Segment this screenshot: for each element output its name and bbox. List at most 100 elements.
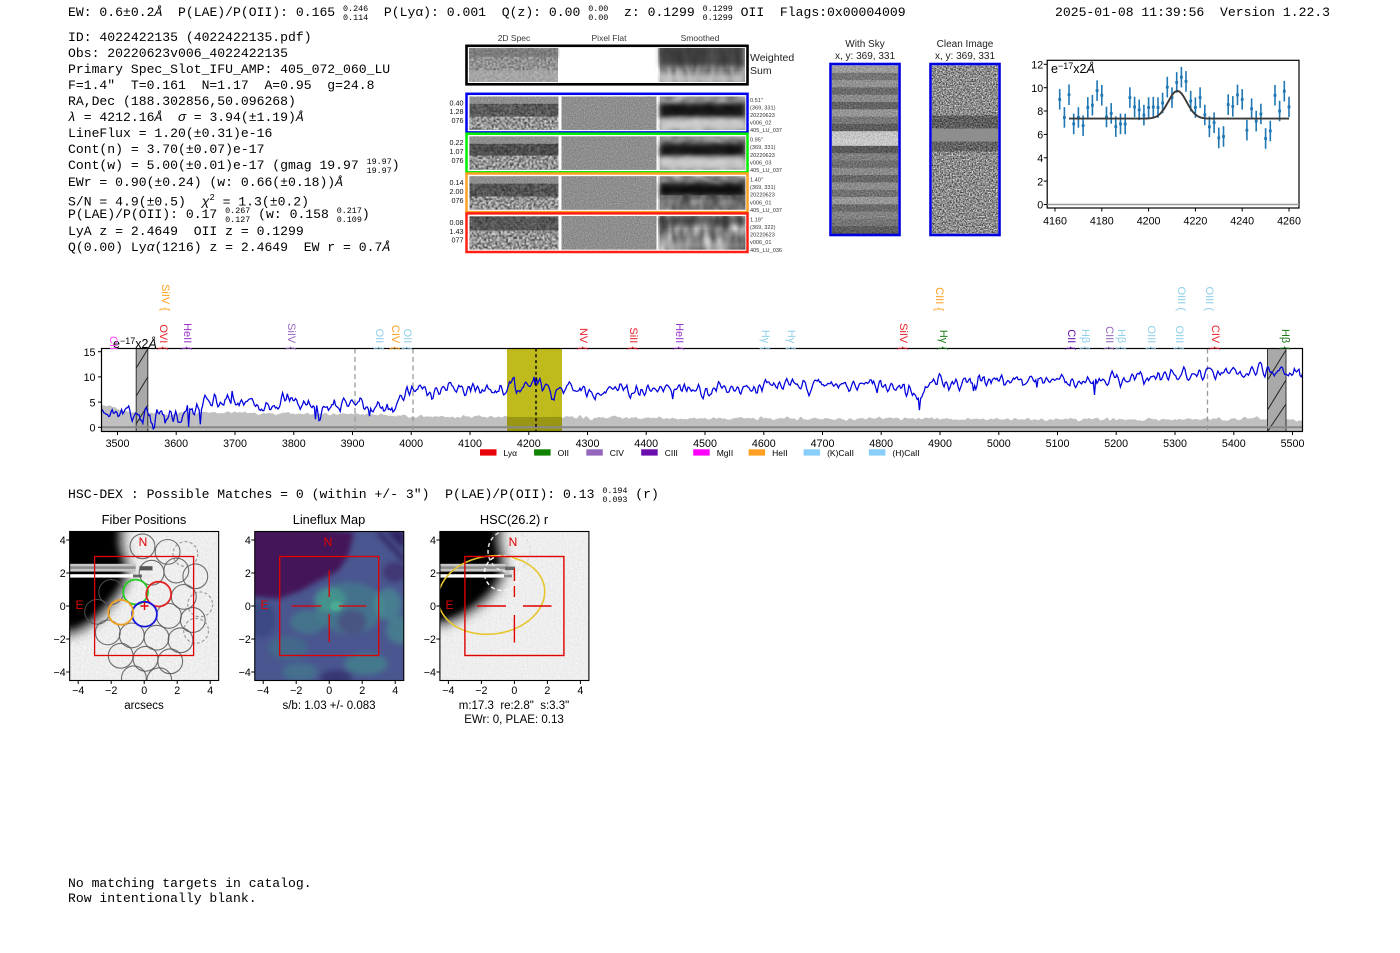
svg-text:3700: 3700 <box>223 438 247 450</box>
svg-text:20220623: 20220623 <box>750 153 775 159</box>
svg-text:(369, 322): (369, 322) <box>750 225 776 231</box>
svg-text:OIII {: OIII { <box>1173 326 1185 351</box>
svg-text:E: E <box>76 598 84 612</box>
svg-text:(369, 331): (369, 331) <box>750 145 776 151</box>
svg-text:−2: −2 <box>239 634 251 646</box>
svg-text:0.14: 0.14 <box>450 178 464 187</box>
svg-text:4900: 4900 <box>928 438 952 450</box>
svg-text:1.07: 1.07 <box>450 147 464 156</box>
svg-text:−4: −4 <box>239 667 251 679</box>
svg-text:HSC(26.2) r: HSC(26.2) r <box>480 512 549 527</box>
svg-text:−4: −4 <box>54 667 66 679</box>
svg-text:0: 0 <box>141 685 147 697</box>
svg-text:3800: 3800 <box>282 438 306 450</box>
svg-text:(369, 331): (369, 331) <box>750 105 776 111</box>
svg-text:1.19": 1.19" <box>750 217 763 223</box>
svg-text:v006_01: v006_01 <box>750 240 771 246</box>
svg-text:−4: −4 <box>424 667 436 679</box>
svg-text:OIII (: OIII ( <box>1175 287 1187 312</box>
svg-text:0: 0 <box>245 601 251 613</box>
svg-text:4160: 4160 <box>1043 216 1067 228</box>
svg-text:(K)CaII: (K)CaII <box>827 448 854 458</box>
svg-text:405_LU_037: 405_LU_037 <box>750 168 782 174</box>
svg-text:10: 10 <box>84 372 96 384</box>
svg-text:OVI {: OVI { <box>157 324 169 350</box>
svg-text:0: 0 <box>90 423 96 435</box>
svg-text:Fiber Positions: Fiber Positions <box>102 512 187 527</box>
svg-text:m:17.3 re:2.8" s:3.3": m:17.3 re:2.8" s:3.3" <box>459 700 569 712</box>
svg-text:4200: 4200 <box>1137 216 1161 228</box>
svg-text:0: 0 <box>60 601 66 613</box>
svg-text:NV {: NV { <box>577 328 589 350</box>
svg-text:4: 4 <box>245 535 251 547</box>
svg-text:Lyα: Lyα <box>504 448 518 458</box>
svg-text:N: N <box>509 535 518 549</box>
svg-text:405_LU_037: 405_LU_037 <box>750 208 782 214</box>
svg-text:0.22: 0.22 <box>450 138 464 147</box>
svg-text:15: 15 <box>84 347 96 359</box>
svg-text:0.95": 0.95" <box>750 138 763 144</box>
svg-text:077: 077 <box>452 236 464 245</box>
svg-text:e−17x2Å: e−17x2Å <box>1051 61 1095 76</box>
svg-text:4: 4 <box>60 535 66 547</box>
svg-text:5: 5 <box>90 397 96 409</box>
svg-text:4: 4 <box>1037 153 1043 165</box>
svg-text:2: 2 <box>430 568 436 580</box>
svg-text:CIV {: CIV { <box>1209 325 1221 350</box>
svg-text:2: 2 <box>544 685 550 697</box>
svg-text:Pixel Flat: Pixel Flat <box>592 33 628 43</box>
svg-text:5000: 5000 <box>987 438 1011 450</box>
svg-text:5100: 5100 <box>1046 438 1070 450</box>
svg-text:2: 2 <box>245 568 251 580</box>
svg-text:(H)CaII: (H)CaII <box>892 448 919 458</box>
svg-text:HeII: HeII <box>772 448 788 458</box>
svg-text:SiIV {: SiIV { <box>159 284 171 311</box>
svg-text:405_LU_036: 405_LU_036 <box>750 248 782 254</box>
svg-text:OII {: OII { <box>373 329 385 351</box>
svg-text:5500: 5500 <box>1281 438 1305 450</box>
svg-text:−2: −2 <box>54 634 66 646</box>
svg-text:EWr: 0, PLAE: 0.13: EWr: 0, PLAE: 0.13 <box>464 714 564 726</box>
svg-text:E: E <box>446 598 454 612</box>
svg-text:4260: 4260 <box>1277 216 1301 228</box>
svg-text:Hγ {: Hγ { <box>759 330 771 351</box>
svg-text:20220623: 20220623 <box>750 233 775 239</box>
svg-text:3500: 3500 <box>106 438 130 450</box>
svg-text:Smoothed: Smoothed <box>681 33 720 43</box>
svg-text:CII {: CII { <box>1065 329 1077 350</box>
svg-text:With Sky: With Sky <box>845 39 884 50</box>
svg-text:HeII {: HeII { <box>673 323 685 350</box>
svg-text:−2: −2 <box>290 685 302 697</box>
svg-text:Weighted: Weighted <box>750 52 794 64</box>
svg-text:405_LU_037: 405_LU_037 <box>750 128 782 134</box>
svg-text:2: 2 <box>174 685 180 697</box>
svg-text:5400: 5400 <box>1222 438 1246 450</box>
svg-text:−4: −4 <box>257 685 269 697</box>
svg-text:−2: −2 <box>105 685 117 697</box>
svg-text:4: 4 <box>207 685 213 697</box>
svg-text:CIV: CIV <box>610 448 625 458</box>
svg-text:OIII {: OIII { <box>1145 326 1157 351</box>
svg-text:0.40: 0.40 <box>450 98 464 107</box>
svg-text:N: N <box>139 535 148 549</box>
svg-text:x, y: 369, 331: x, y: 369, 331 <box>835 51 895 62</box>
svg-text:(369, 331): (369, 331) <box>750 185 776 191</box>
svg-text:CII: CII <box>107 336 119 350</box>
svg-text:10: 10 <box>1031 83 1043 95</box>
svg-text:0: 0 <box>1037 200 1043 212</box>
svg-text:Hγ {: Hγ { <box>785 330 797 351</box>
svg-text:2D Spec: 2D Spec <box>498 33 531 43</box>
svg-text:−4: −4 <box>72 685 84 697</box>
svg-text:6: 6 <box>1037 130 1043 142</box>
svg-text:SiII {: SiII { <box>627 327 639 350</box>
svg-text:3600: 3600 <box>164 438 188 450</box>
svg-text:−2: −2 <box>475 685 487 697</box>
svg-text:4500: 4500 <box>693 438 717 450</box>
svg-text:OII: OII <box>558 448 569 458</box>
svg-text:4100: 4100 <box>458 438 482 450</box>
svg-text:HeII {: HeII { <box>181 323 193 350</box>
svg-text:4200: 4200 <box>517 438 541 450</box>
svg-text:076: 076 <box>452 116 464 125</box>
svg-text:v006_01: v006_01 <box>750 200 771 206</box>
svg-text:1.40": 1.40" <box>750 178 763 184</box>
